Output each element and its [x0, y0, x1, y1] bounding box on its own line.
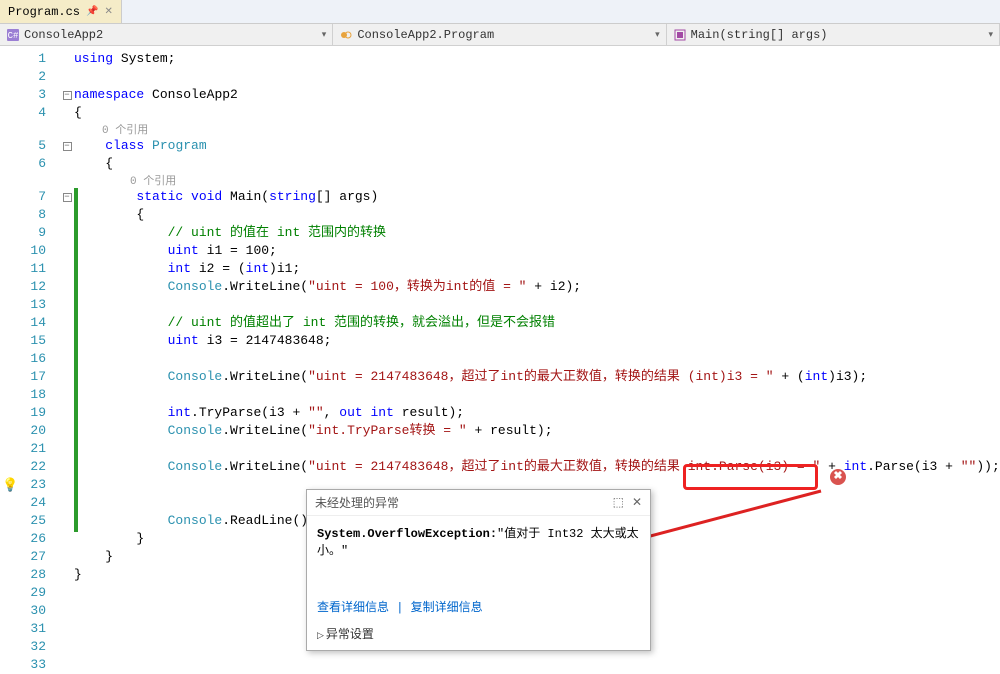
popup-pin-icon[interactable]: ⬚	[613, 495, 624, 510]
method-name: Main(string[] args)	[691, 28, 828, 42]
method-icon	[673, 28, 687, 42]
svg-text:C#: C#	[8, 31, 19, 41]
fold-gutter: − − −	[60, 46, 74, 656]
pin-icon[interactable]: 📌	[86, 6, 98, 18]
tab-filename: Program.cs	[8, 5, 80, 19]
code-area[interactable]: 💡 using System; document.currentScript.p…	[74, 46, 1000, 656]
references-codelens[interactable]: 0 个引用	[102, 125, 148, 137]
method-selector[interactable]: Main(string[] args) ▾	[667, 24, 1000, 45]
exception-popup: 未经处理的异常 ⬚ ✕ System.OverflowException:"值对…	[306, 489, 651, 651]
lightbulb-icon[interactable]: 💡	[2, 478, 16, 492]
code-editor[interactable]: 1234 56 78910111213141516171819202122232…	[0, 46, 1000, 656]
tab-bar: Program.cs 📌 ✕	[0, 0, 1000, 24]
project-selector[interactable]: C# ConsoleApp2 ▾	[0, 24, 333, 45]
dropdown-icon: ▾	[655, 30, 660, 40]
error-highlight-box	[683, 464, 818, 490]
exception-settings-link[interactable]: 异常设置	[326, 628, 374, 642]
dropdown-icon: ▾	[322, 30, 327, 40]
fold-toggle[interactable]: −	[63, 91, 72, 100]
expand-icon[interactable]: ▷	[317, 631, 324, 641]
close-icon[interactable]: ✕	[104, 6, 112, 18]
popup-close-icon[interactable]: ✕	[632, 495, 642, 510]
class-name: ConsoleApp2.Program	[357, 28, 494, 42]
csharp-project-icon: C#	[6, 28, 20, 42]
project-name: ConsoleApp2	[24, 28, 103, 42]
view-details-link[interactable]: 查看详细信息	[317, 601, 389, 615]
breadcrumb-bar: C# ConsoleApp2 ▾ ConsoleApp2.Program ▾ M…	[0, 24, 1000, 46]
class-icon	[339, 28, 353, 42]
error-icon[interactable]: ✖	[830, 469, 846, 485]
copy-details-link[interactable]: 复制详细信息	[411, 601, 483, 615]
popup-title: 未经处理的异常	[315, 494, 399, 511]
exception-type: System.OverflowException:	[317, 527, 497, 541]
class-selector[interactable]: ConsoleApp2.Program ▾	[333, 24, 666, 45]
line-number-gutter: 1234 56 78910111213141516171819202122232…	[0, 46, 60, 656]
file-tab[interactable]: Program.cs 📌 ✕	[0, 0, 122, 23]
fold-toggle[interactable]: −	[63, 193, 72, 202]
references-codelens[interactable]: 0 个引用	[130, 176, 176, 188]
dropdown-icon: ▾	[988, 30, 993, 40]
fold-toggle[interactable]: −	[63, 142, 72, 151]
